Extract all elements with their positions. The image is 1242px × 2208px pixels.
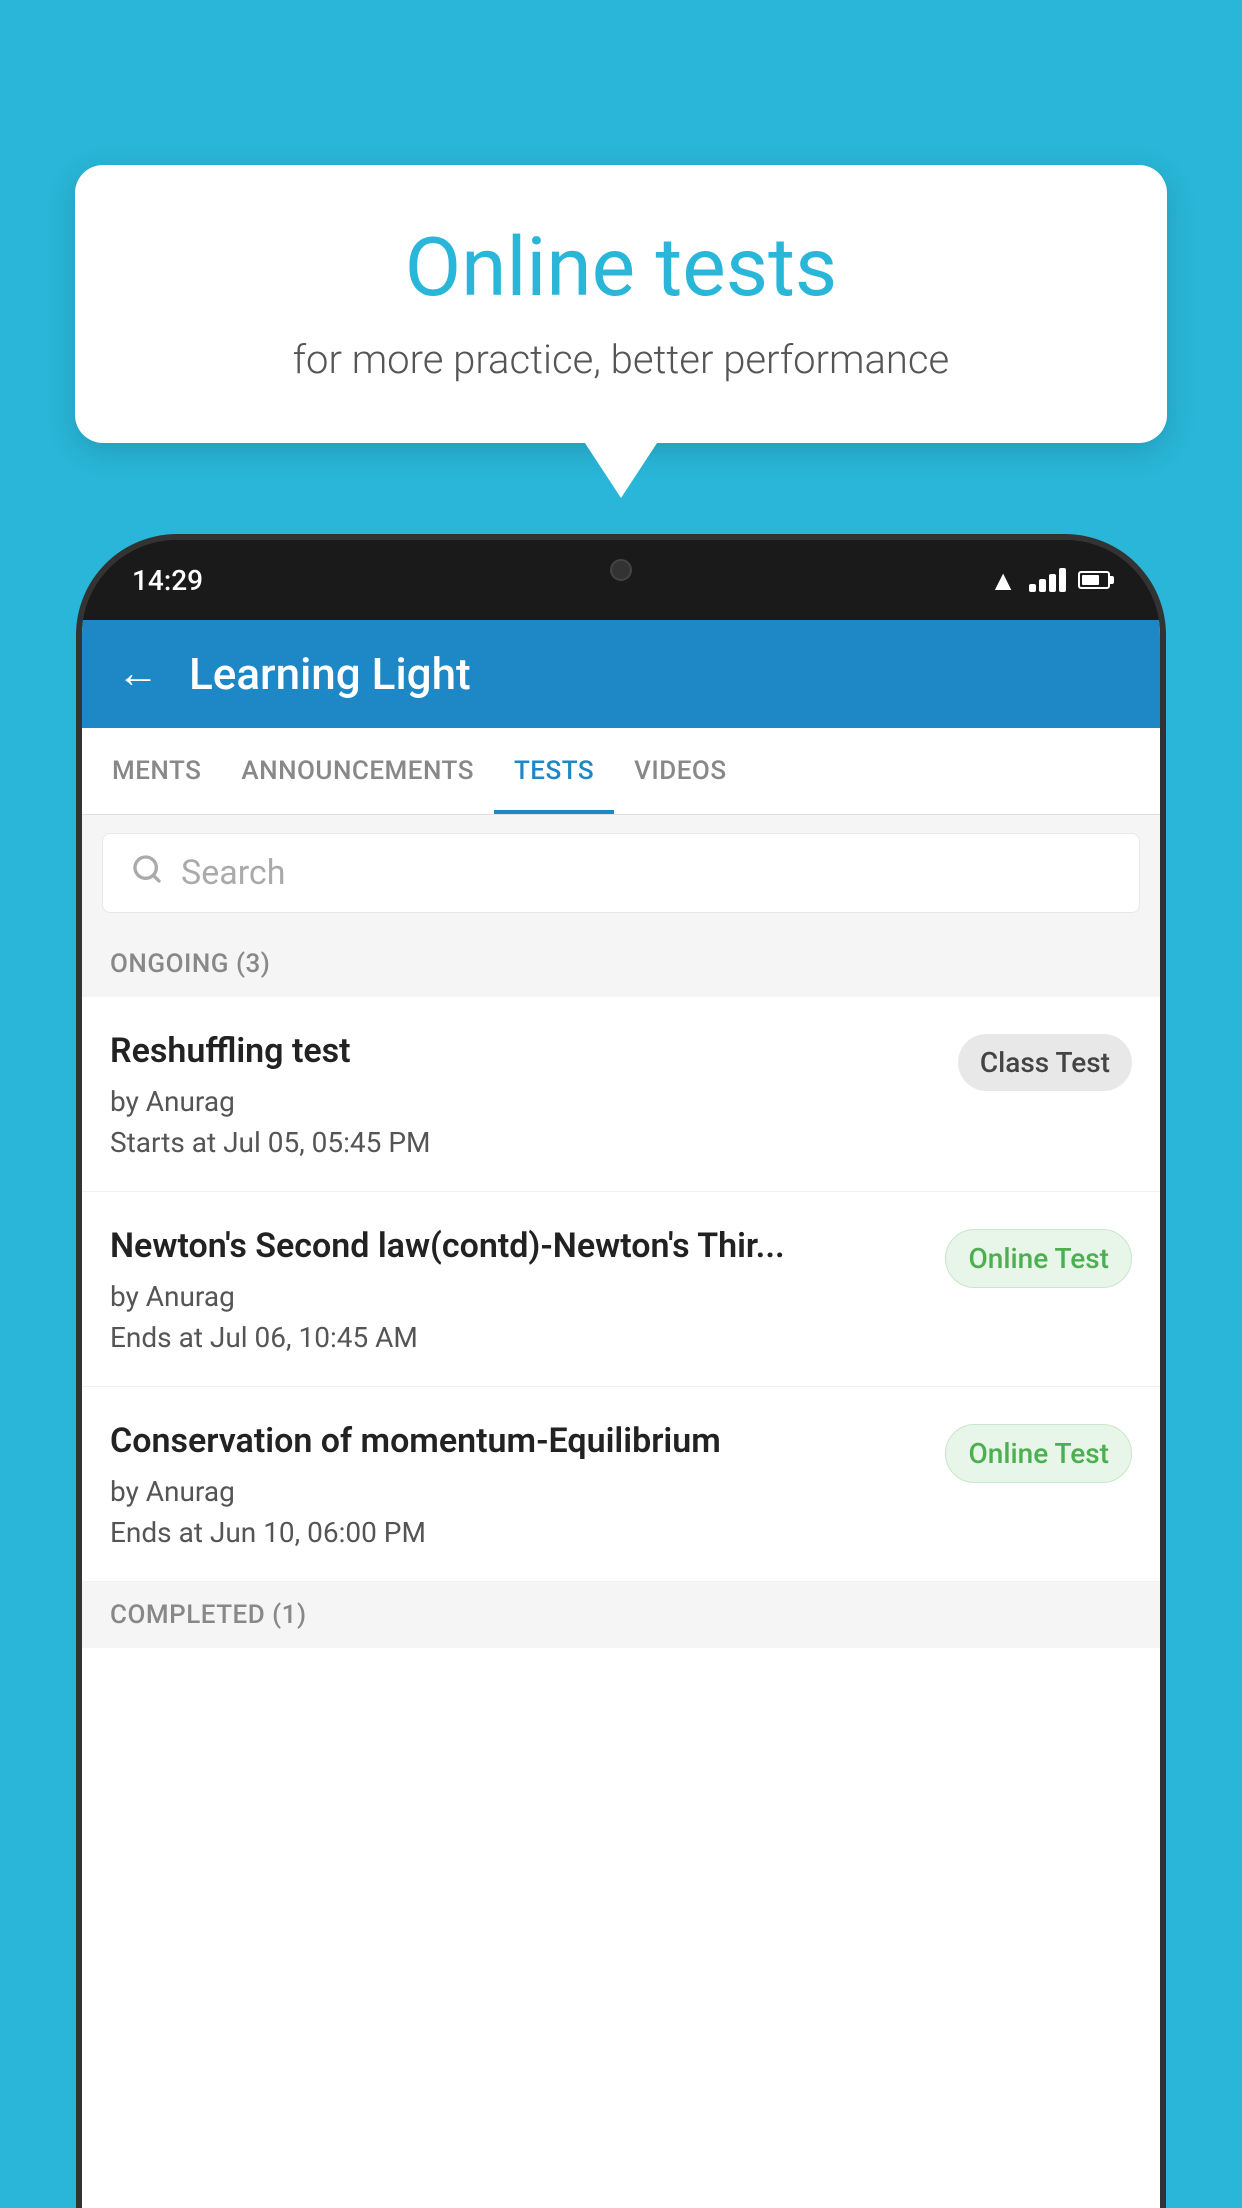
test-info-conservation: Conservation of momentum-Equilibrium by … — [110, 1419, 925, 1549]
test-title-newtons: Newton's Second law(contd)-Newton's Thir… — [110, 1224, 925, 1270]
search-icon — [131, 852, 163, 894]
completed-section-header: COMPLETED (1) — [82, 1582, 1160, 1648]
test-item-conservation[interactable]: Conservation of momentum-Equilibrium by … — [82, 1387, 1160, 1582]
test-title-reshuffling: Reshuffling test — [110, 1029, 938, 1075]
tab-videos[interactable]: VIDEOS — [614, 728, 746, 814]
bubble-title: Online tests — [135, 220, 1107, 316]
battery-icon — [1078, 571, 1110, 589]
test-author-reshuffling: by Anurag — [110, 1085, 938, 1118]
tab-announcements[interactable]: ANNOUNCEMENTS — [221, 728, 494, 814]
status-time: 14:29 — [132, 564, 203, 597]
test-info-reshuffling: Reshuffling test by Anurag Starts at Jul… — [110, 1029, 938, 1159]
ongoing-label: ONGOING (3) — [110, 949, 270, 979]
test-item-newtons[interactable]: Newton's Second law(contd)-Newton's Thir… — [82, 1192, 1160, 1387]
camera — [610, 559, 632, 581]
speech-bubble: Online tests for more practice, better p… — [75, 165, 1167, 443]
search-placeholder: Search — [181, 853, 285, 893]
battery-fill — [1082, 575, 1099, 585]
phone-notch — [521, 540, 721, 600]
test-title-conservation: Conservation of momentum-Equilibrium — [110, 1419, 925, 1465]
tab-ments[interactable]: MENTS — [92, 728, 221, 814]
tab-tests[interactable]: TESTS — [494, 728, 614, 814]
test-badge-newtons: Online Test — [945, 1229, 1132, 1288]
status-icons: ▲ — [989, 564, 1110, 597]
ongoing-section-header: ONGOING (3) — [82, 931, 1160, 997]
phone-shell: 14:29 ▲ ← Learning Light — [82, 540, 1160, 2208]
test-badge-reshuffling: Class Test — [958, 1034, 1132, 1091]
back-button[interactable]: ← — [117, 653, 159, 695]
test-item-reshuffling[interactable]: Reshuffling test by Anurag Starts at Jul… — [82, 997, 1160, 1192]
signal-icon — [1029, 568, 1066, 592]
test-date-conservation: Ends at Jun 10, 06:00 PM — [110, 1516, 925, 1549]
status-bar: 14:29 ▲ — [82, 540, 1160, 620]
test-author-newtons: by Anurag — [110, 1280, 925, 1313]
test-date-newtons: Ends at Jul 06, 10:45 AM — [110, 1321, 925, 1354]
search-container: Search — [82, 815, 1160, 931]
search-bar[interactable]: Search — [102, 833, 1140, 913]
completed-label: COMPLETED (1) — [110, 1600, 307, 1630]
test-date-reshuffling: Starts at Jul 05, 05:45 PM — [110, 1126, 938, 1159]
test-info-newtons: Newton's Second law(contd)-Newton's Thir… — [110, 1224, 925, 1354]
test-author-conservation: by Anurag — [110, 1475, 925, 1508]
test-badge-conservation: Online Test — [945, 1424, 1132, 1483]
phone-screen: ← Learning Light MENTS ANNOUNCEMENTS TES… — [82, 620, 1160, 2208]
app-title: Learning Light — [189, 648, 471, 700]
app-header: ← Learning Light — [82, 620, 1160, 728]
bubble-subtitle: for more practice, better performance — [135, 336, 1107, 383]
wifi-icon: ▲ — [989, 564, 1017, 597]
tabs-bar: MENTS ANNOUNCEMENTS TESTS VIDEOS — [82, 728, 1160, 815]
